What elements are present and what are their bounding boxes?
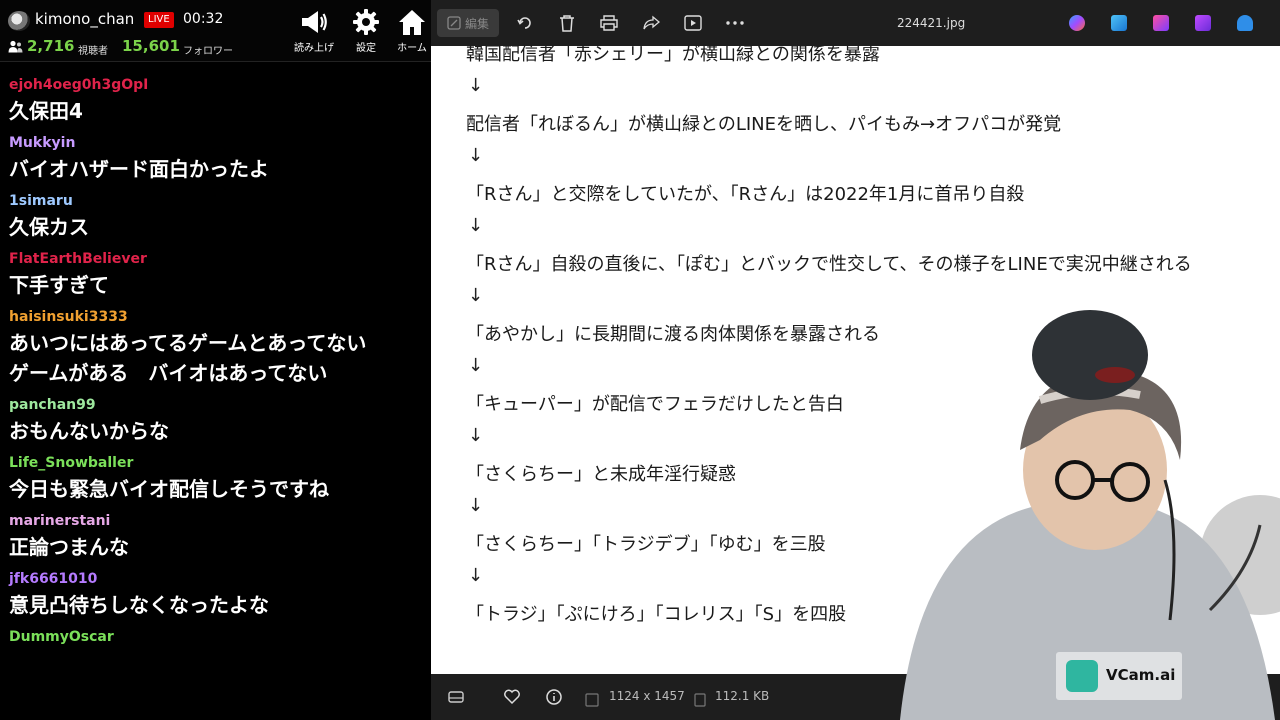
- more-icon: [726, 21, 744, 25]
- viewer-count: 2,716: [27, 37, 75, 55]
- viewer-label: 視聴者: [78, 46, 108, 57]
- slideshow-icon: [684, 15, 702, 31]
- vcam-label: VCam.ai: [1106, 666, 1176, 684]
- stream-header: kimono_chan LIVE 00:32 2,716 視聴者 15,601 …: [0, 0, 431, 62]
- share-icon: [643, 15, 660, 30]
- follower-count: 15,601: [122, 37, 180, 55]
- file-name: 224421.jpg: [897, 16, 966, 30]
- image-dimensions-icon: [585, 693, 599, 707]
- chat-message[interactable]: marinerstani 正論つまんな: [0, 510, 431, 562]
- chat-text: あいつにはあってるゲームとあってない ゲームがある バイオはあってない: [9, 331, 367, 385]
- designer-icon[interactable]: [1111, 15, 1127, 31]
- follower-label: フォロワー: [183, 46, 233, 57]
- home-label: ホーム: [397, 43, 427, 54]
- file-size: 112.1 KB: [715, 689, 770, 703]
- chat-text: 久保カス: [9, 215, 89, 239]
- gear-icon: [353, 9, 379, 35]
- document-line: 「あやかし」に長期間に渡る肉体関係を暴露される: [466, 324, 880, 345]
- document-line: 「さくらちー」と未成年淫行疑惑: [466, 464, 736, 485]
- document-arrow: ↓: [468, 565, 484, 586]
- chat-text: 正論つまんな: [9, 535, 129, 559]
- info-icon[interactable]: [544, 687, 564, 707]
- chat-list[interactable]: ejoh4oeg0h3gOpI 久保田4 Mukkyin バイオハザード面白かったよ 1…: [0, 74, 431, 654]
- elapsed-time: 00:32: [183, 11, 224, 27]
- home-icon: [399, 10, 425, 35]
- readout-button[interactable]: 読み上げ: [289, 6, 339, 58]
- chat-text: 今日も緊急バイオ配信しそうですね: [9, 477, 329, 501]
- document-line: 「さくらちー」「トラジデブ」「ゆむ」を三股: [466, 534, 826, 555]
- chat-username[interactable]: haisinsuki3333: [9, 306, 431, 328]
- document-line: 韓国配信者「赤シェリー」が横山緑との関係を暴露: [466, 46, 880, 65]
- chat-text: 下手すぎて: [9, 273, 109, 297]
- settings-button[interactable]: 設定: [348, 6, 384, 58]
- chat-message[interactable]: DummyOscar: [0, 626, 431, 648]
- document-arrow: ↓: [468, 145, 484, 166]
- file-size-icon: [694, 693, 706, 707]
- document-line: 「Rさん」自殺の直後に、「ぽむ」とバックで性交して、その様子をLINEで実況中継…: [466, 254, 1192, 275]
- chat-username[interactable]: DummyOscar: [9, 626, 431, 648]
- clipchamp-icon[interactable]: [1153, 15, 1169, 31]
- edit-icon: [447, 16, 461, 30]
- printer-icon: [600, 15, 618, 31]
- chat-message[interactable]: 1simaru 久保カス: [0, 190, 431, 242]
- live-badge: LIVE: [144, 12, 174, 28]
- vcam-logo-icon: [1066, 660, 1098, 692]
- document-arrow: ↓: [468, 285, 484, 306]
- channel-name[interactable]: kimono_chan: [35, 10, 134, 28]
- copilot-icon[interactable]: [1069, 15, 1085, 31]
- chat-username[interactable]: Mukkyin: [9, 132, 431, 154]
- chat-text: おもんないからな: [9, 419, 169, 443]
- edit-label: 編集: [464, 16, 489, 31]
- chat-message[interactable]: Life_Snowballer 今日も緊急バイオ配信しそうですね: [0, 452, 431, 504]
- readout-label: 読み上げ: [294, 43, 334, 54]
- chat-panel: kimono_chan LIVE 00:32 2,716 視聴者 15,601 …: [0, 0, 431, 720]
- clipboard-app-icon[interactable]: [1195, 15, 1211, 31]
- chat-message[interactable]: FlatEarthBeliever 下手すぎて: [0, 248, 431, 300]
- chat-message[interactable]: haisinsuki3333 あいつにはあってるゲームとあってない ゲームがある …: [0, 306, 431, 388]
- slideshow-button[interactable]: [679, 9, 707, 37]
- document-line: 配信者「れぼるん」が横山緑とのLINEを晒し、パイもみ→オフパコが発覚: [466, 114, 1062, 135]
- document-arrow: ↓: [468, 425, 484, 446]
- document-arrow: ↓: [468, 215, 484, 236]
- viewer-toolbar: 編集 224421.jpg: [431, 0, 1280, 46]
- document-line: 「Rさん」と交際をしていたが、「Rさん」は2022年1月に首吊り自殺: [466, 184, 1025, 205]
- onedrive-icon[interactable]: [1237, 15, 1253, 31]
- filmstrip-icon[interactable]: [446, 687, 466, 707]
- chat-username[interactable]: 1simaru: [9, 190, 431, 212]
- rotate-button[interactable]: [511, 9, 539, 37]
- chat-username[interactable]: jfk6661010: [9, 568, 431, 590]
- chat-message[interactable]: ejoh4oeg0h3gOpI 久保田4: [0, 74, 431, 126]
- chat-username[interactable]: Life_Snowballer: [9, 452, 431, 474]
- document-line: 「トラジ」「ぷにけろ」「コレリス」「S」を四股: [466, 604, 847, 625]
- chat-username[interactable]: panchan99: [9, 394, 431, 416]
- document-arrow: ↓: [468, 495, 484, 516]
- home-button[interactable]: ホーム: [393, 6, 431, 58]
- chat-text: 久保田4: [9, 99, 83, 123]
- chat-username[interactable]: marinerstani: [9, 510, 431, 532]
- edit-button[interactable]: 編集: [437, 9, 499, 37]
- heart-icon[interactable]: [502, 687, 522, 707]
- settings-label: 設定: [356, 43, 376, 54]
- share-button[interactable]: [637, 9, 665, 37]
- megaphone-icon: [302, 11, 327, 33]
- document-arrow: ↓: [468, 355, 484, 376]
- avatar[interactable]: [8, 11, 30, 31]
- delete-button[interactable]: [553, 9, 581, 37]
- chat-text: バイオハザード面白かったよ: [9, 157, 269, 181]
- chat-text: 意見凸待ちしなくなったよな: [9, 593, 269, 617]
- trash-icon: [560, 15, 574, 32]
- document-line: 「キューパー」が配信でフェラだけしたと告白: [466, 394, 844, 415]
- document-arrow: ↓: [468, 75, 484, 96]
- image-dimensions: 1124 x 1457: [609, 689, 685, 703]
- chat-message[interactable]: panchan99 おもんないからな: [0, 394, 431, 446]
- chat-username[interactable]: FlatEarthBeliever: [9, 248, 431, 270]
- people-icon: [8, 40, 23, 53]
- rotate-icon: [517, 17, 531, 29]
- chat-message[interactable]: jfk6661010 意見凸待ちしなくなったよな: [0, 568, 431, 620]
- chat-username[interactable]: ejoh4oeg0h3gOpI: [9, 74, 431, 96]
- more-options-button[interactable]: [721, 9, 749, 37]
- chat-message[interactable]: Mukkyin バイオハザード面白かったよ: [0, 132, 431, 184]
- print-button[interactable]: [595, 9, 623, 37]
